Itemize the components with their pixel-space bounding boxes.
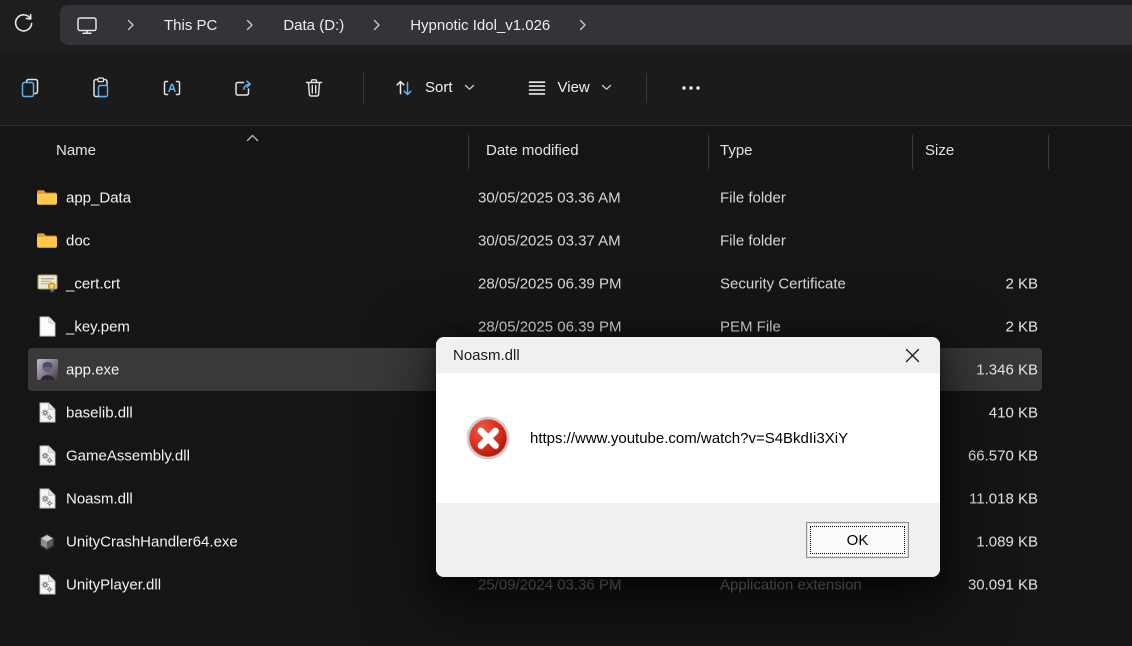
breadcrumb-folder[interactable]: Hypnotic Idol_v1.026 <box>410 17 550 34</box>
chevron-right-icon[interactable] <box>373 19 381 31</box>
file-type: Application extension <box>720 576 862 593</box>
paste-icon <box>89 76 113 100</box>
toolbar-divider <box>645 72 647 103</box>
file-type: PEM File <box>720 318 781 335</box>
file-date-modified: 30/05/2025 03.37 AM <box>478 232 621 249</box>
dll-icon <box>36 488 58 510</box>
close-button[interactable] <box>898 341 926 369</box>
chevron-right-icon[interactable] <box>579 19 587 31</box>
rename-button[interactable] <box>150 66 194 110</box>
file-size: 2 KB <box>1005 318 1038 335</box>
sort-button[interactable]: Sort <box>380 66 487 110</box>
file-size: 2 KB <box>1005 275 1038 292</box>
dialog-message: https://www.youtube.com/watch?v=S4BkdIi3… <box>530 429 849 447</box>
breadcrumb-this-pc[interactable]: This PC <box>164 17 217 34</box>
file-row[interactable]: _cert.crt 28/05/2025 06.39 PM Security Cer… <box>28 262 1042 305</box>
file-name: Noasm.dll <box>66 490 133 507</box>
file-date-modified: 30/05/2025 03.36 AM <box>478 189 621 206</box>
file-date-modified: 28/05/2025 06.39 PM <box>478 318 622 335</box>
column-separator[interactable] <box>1048 135 1049 169</box>
file-size: 66.570 KB <box>967 447 1038 464</box>
dialog-title-bar[interactable]: Noasm.dll <box>436 337 940 373</box>
folder-icon <box>36 230 58 252</box>
chevron-right-icon[interactable] <box>246 19 254 31</box>
share-icon <box>231 76 255 100</box>
file-size: 11.018 KB <box>969 490 1038 507</box>
refresh-button[interactable] <box>0 4 46 46</box>
sort-icon <box>392 76 416 100</box>
ok-button[interactable]: OK <box>806 522 909 558</box>
file-name: doc <box>66 232 91 249</box>
delete-icon <box>302 76 326 100</box>
copy-button[interactable] <box>8 66 52 110</box>
sort-ascending-icon <box>246 129 259 147</box>
delete-button[interactable] <box>292 66 336 110</box>
folder-icon <box>36 187 58 209</box>
unity-icon <box>36 531 58 553</box>
file-size: 30.091 KB <box>967 576 1038 593</box>
file-type: File folder <box>720 232 786 249</box>
see-more-button[interactable] <box>669 66 713 110</box>
file-name: baselib.dll <box>66 404 133 421</box>
file-date-modified: 25/09/2024 03.36 PM <box>478 576 622 593</box>
dll-icon <box>36 402 58 424</box>
dll-icon <box>36 574 58 596</box>
column-header-date-modified[interactable]: Date modified <box>486 142 579 159</box>
address-bar[interactable]: This PC Data (D:) Hypnotic Idol_v1.026 <box>60 5 1132 45</box>
column-header-size[interactable]: Size <box>925 142 954 159</box>
rename-icon <box>160 76 184 100</box>
file-name: GameAssembly.dll <box>66 447 190 464</box>
copy-icon <box>18 76 42 100</box>
chevron-right-icon[interactable] <box>127 19 135 31</box>
view-button[interactable]: View <box>513 66 624 110</box>
paste-button[interactable] <box>79 66 123 110</box>
error-dialog: Noasm.dll https://www.youtube.com/watch?… <box>436 337 940 577</box>
file-name: UnityPlayer.dll <box>66 576 162 593</box>
column-separator[interactable] <box>468 135 469 169</box>
dialog-title: Noasm.dll <box>453 346 520 364</box>
error-icon <box>466 416 510 460</box>
dll-icon <box>36 445 58 467</box>
dialog-body: https://www.youtube.com/watch?v=S4BkdIi3… <box>436 373 940 503</box>
column-header-row: Name Date modified Type Size <box>0 127 1132 176</box>
close-icon <box>905 348 920 363</box>
column-separator[interactable] <box>912 135 913 169</box>
column-header-name[interactable]: Name <box>56 142 96 159</box>
file-size: 1.346 KB <box>976 361 1038 378</box>
column-separator[interactable] <box>708 135 709 169</box>
toolbar-divider <box>363 72 364 103</box>
dialog-footer: OK <box>436 503 940 577</box>
sort-label: Sort <box>425 79 453 96</box>
view-label: View <box>557 79 590 96</box>
command-bar: Sort View <box>0 50 1132 126</box>
file-name: _key.pem <box>66 318 130 335</box>
file-date-modified: 28/05/2025 06.39 PM <box>478 275 622 292</box>
more-options-icon <box>678 76 704 100</box>
file-row[interactable]: app_Data 30/05/2025 03.36 AM File folder <box>28 176 1042 219</box>
view-icon <box>525 76 549 100</box>
file-type: File folder <box>720 189 786 206</box>
refresh-icon <box>12 12 35 38</box>
file-name: app.exe <box>66 361 120 378</box>
share-button[interactable] <box>221 66 265 110</box>
pem-file-icon <box>36 316 58 338</box>
file-size: 410 KB <box>988 404 1038 421</box>
file-type: Security Certificate <box>720 275 846 292</box>
file-name: app_Data <box>66 189 132 206</box>
certificate-icon <box>36 273 58 295</box>
file-size: 1.089 KB <box>976 533 1038 550</box>
file-name: UnityCrashHandler64.exe <box>66 533 238 550</box>
column-header-type[interactable]: Type <box>720 142 753 159</box>
chevron-down-icon <box>464 84 475 91</box>
file-row[interactable]: doc 30/05/2025 03.37 AM File folder <box>28 219 1042 262</box>
navigation-bar: This PC Data (D:) Hypnotic Idol_v1.026 <box>0 0 1132 50</box>
file-name: _cert.crt <box>66 275 121 292</box>
breadcrumb-drive[interactable]: Data (D:) <box>283 17 344 34</box>
this-pc-icon <box>76 16 98 35</box>
app-exe-icon <box>36 359 58 381</box>
chevron-down-icon <box>601 84 612 91</box>
